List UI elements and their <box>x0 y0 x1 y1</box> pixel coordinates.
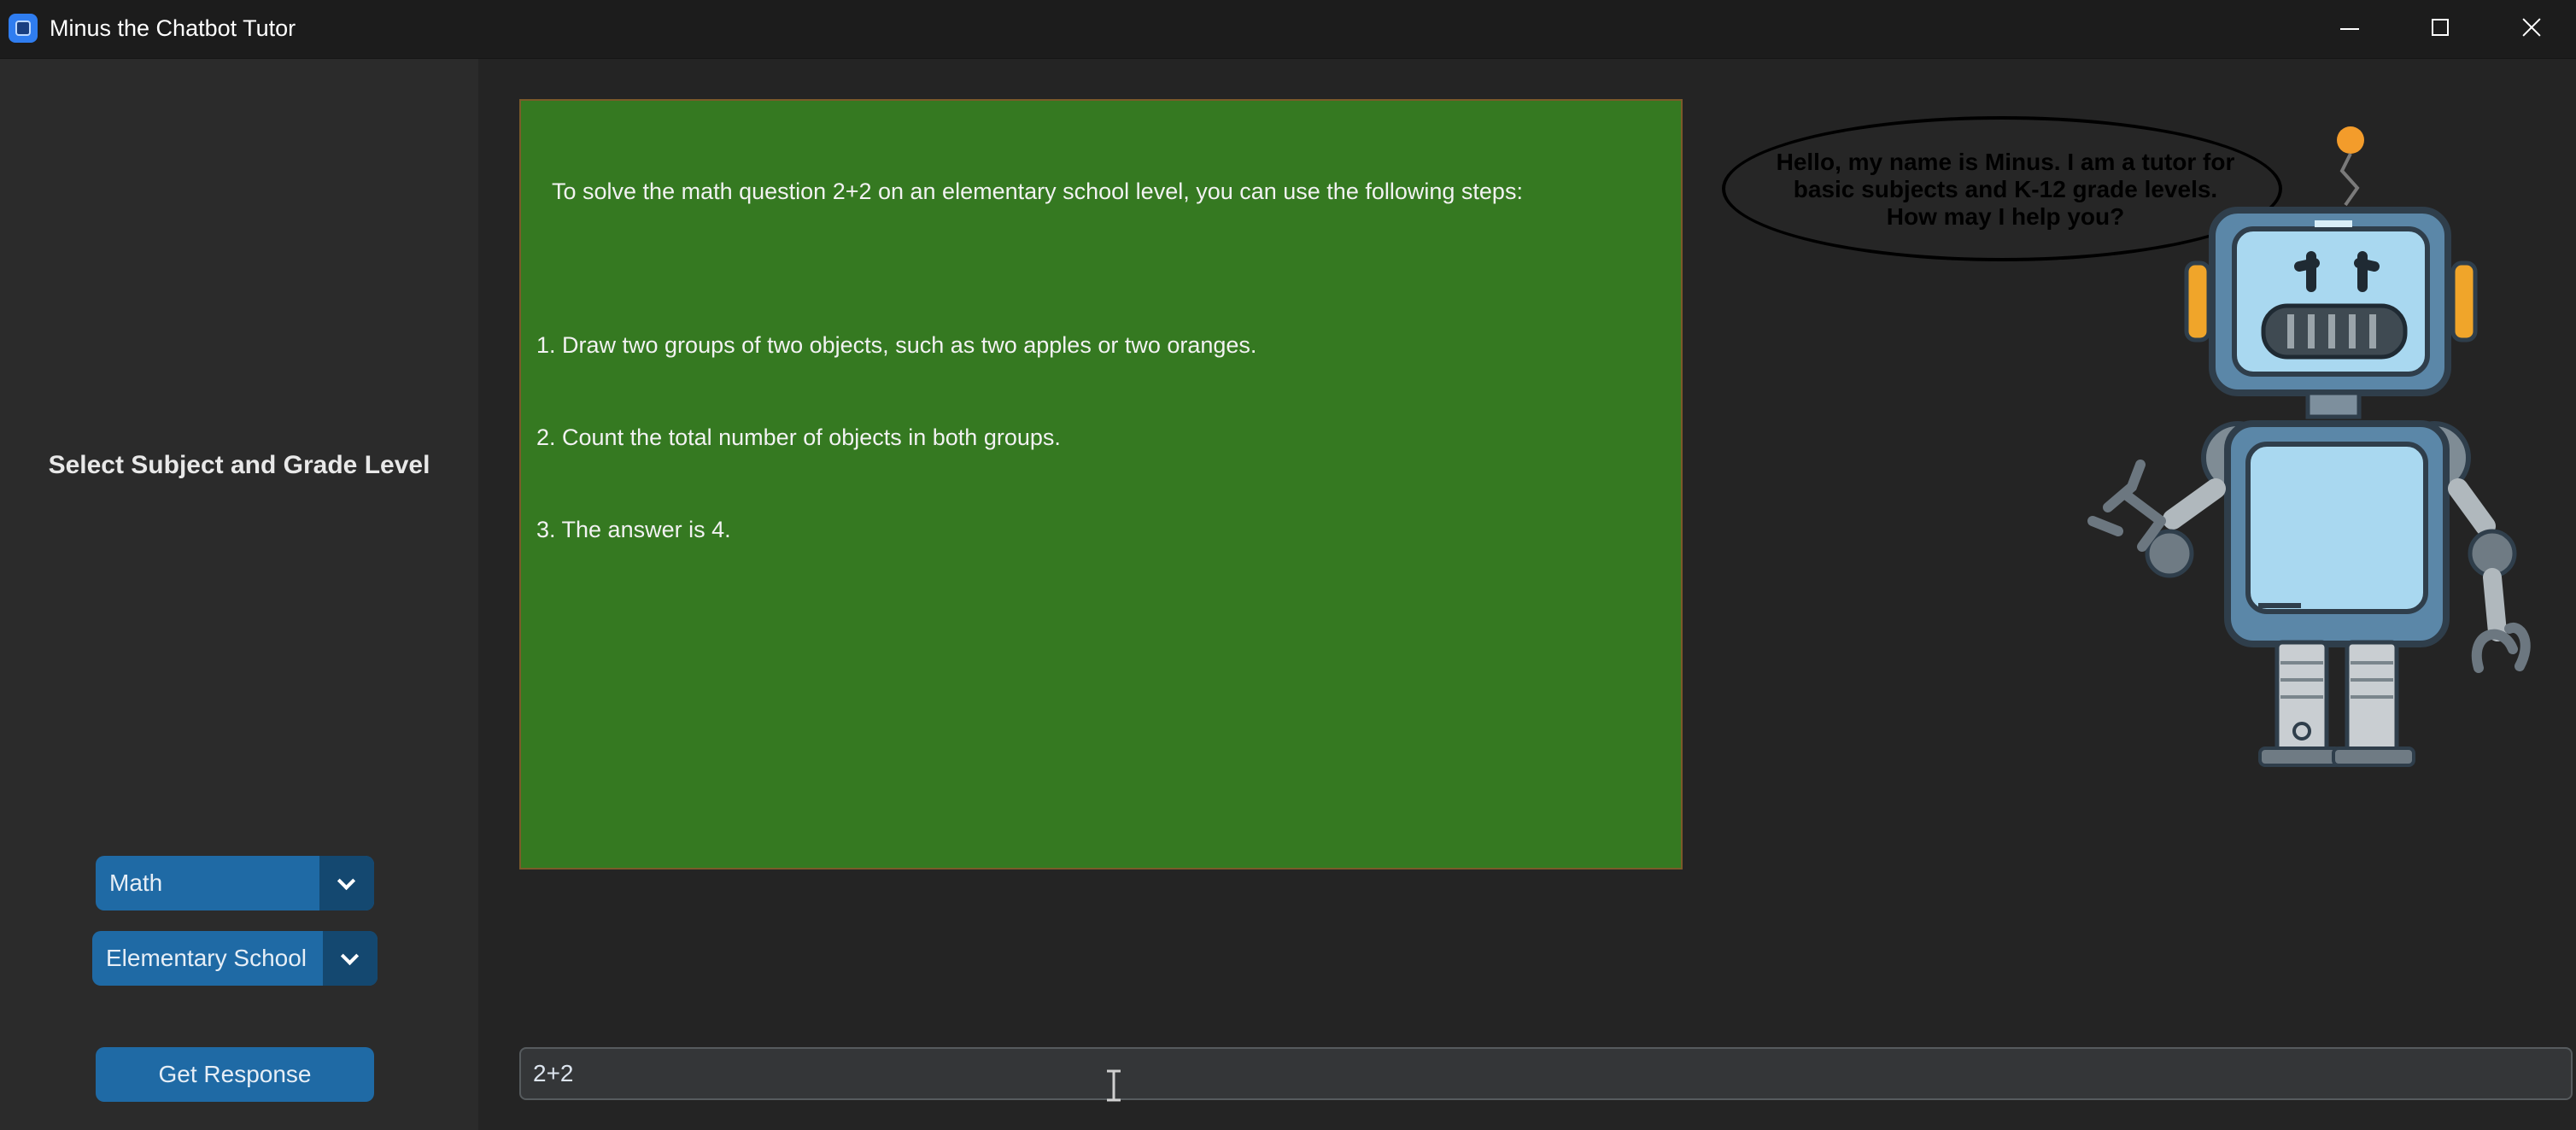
maximize-icon <box>2432 19 2449 36</box>
response-line: 2. Count the total number of objects in … <box>536 424 1061 450</box>
window-title: Minus the Chatbot Tutor <box>50 15 296 41</box>
subject-dropdown[interactable]: Math <box>96 856 374 910</box>
sidebar-title: Select Subject and Grade Level <box>48 451 430 479</box>
response-textbox[interactable]: To solve the math question 2+2 on an ele… <box>519 99 1683 869</box>
title-bar[interactable]: Minus the Chatbot Tutor <box>0 0 2576 59</box>
robot-illustration <box>2087 126 2531 767</box>
text-cursor-icon <box>1107 1069 1121 1102</box>
app-icon <box>9 14 38 43</box>
get-response-button[interactable]: Get Response <box>96 1047 374 1102</box>
grade-level-dropdown-value: Elementary School <box>106 945 307 971</box>
response-line: 3. The answer is 4. <box>536 517 731 542</box>
response-line: To solve the math question 2+2 on an ele… <box>552 179 1523 204</box>
app-window: Minus the Chatbot Tutor Select Subject a… <box>0 0 2576 1130</box>
grade-level-dropdown[interactable]: Elementary School <box>92 931 378 986</box>
question-input[interactable] <box>519 1047 2573 1100</box>
minimize-icon <box>2340 28 2359 30</box>
subject-dropdown-value: Math <box>109 869 163 896</box>
chevron-down-icon[interactable] <box>319 856 374 910</box>
close-icon <box>2521 17 2542 38</box>
chevron-down-icon[interactable] <box>323 931 378 986</box>
maximize-button[interactable] <box>2395 0 2485 58</box>
close-button[interactable] <box>2485 0 2576 58</box>
minimize-button[interactable] <box>2304 0 2395 58</box>
response-line: 1. Draw two groups of two objects, such … <box>536 332 1257 358</box>
